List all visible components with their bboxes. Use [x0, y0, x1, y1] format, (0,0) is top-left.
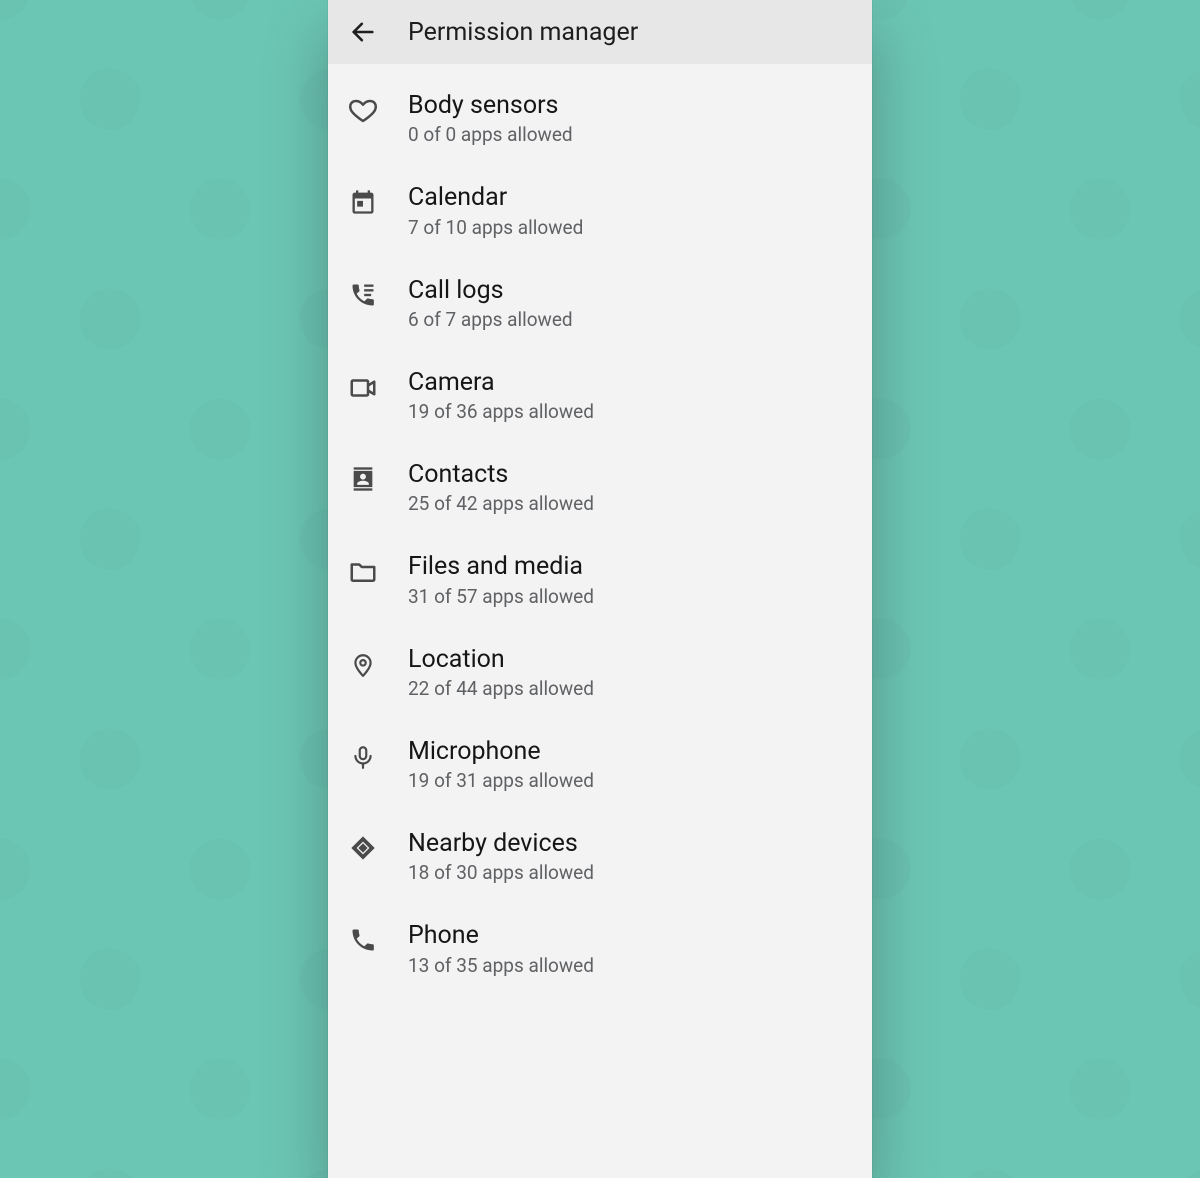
permission-row-heart[interactable]: Body sensors0 of 0 apps allowed — [328, 72, 872, 164]
permission-text: Phone 13 of 35 apps allowed — [408, 920, 854, 976]
permission-title: Phone — [408, 920, 854, 951]
back-button[interactable] — [346, 15, 380, 49]
permission-subtitle: 13 of 35 apps allowed — [408, 954, 854, 977]
permission-title: Location — [408, 644, 854, 675]
permission-title: Call logs — [408, 275, 854, 306]
calllogs-icon — [346, 281, 380, 309]
permission-subtitle: 18 of 30 apps allowed — [408, 861, 854, 884]
folder-icon — [346, 557, 380, 587]
permission-text: Nearby devices18 of 30 apps allowed — [408, 828, 854, 884]
page-title: Permission manager — [408, 18, 638, 47]
permission-subtitle: 0 of 0 apps allowed — [408, 123, 854, 146]
permission-text: Location22 of 44 apps allowed — [408, 644, 854, 700]
permission-row-calllogs[interactable]: Call logs6 of 7 apps allowed — [328, 257, 872, 349]
permission-title: Files and media — [408, 551, 854, 582]
permission-subtitle: 7 of 10 apps allowed — [408, 216, 854, 239]
permission-subtitle: 6 of 7 apps allowed — [408, 308, 854, 331]
permission-text: Microphone19 of 31 apps allowed — [408, 736, 854, 792]
permission-row-calendar[interactable]: Calendar 7 of 10 apps allowed — [328, 164, 872, 256]
permission-text: Body sensors0 of 0 apps allowed — [408, 90, 854, 146]
permission-row-contacts[interactable]: Contacts25 of 42 apps allowed — [328, 441, 872, 533]
permission-row-nearby[interactable]: Nearby devices18 of 30 apps allowed — [328, 810, 872, 902]
permission-subtitle: 22 of 44 apps allowed — [408, 677, 854, 700]
camera-icon — [346, 373, 380, 403]
location-icon — [346, 650, 380, 680]
permission-subtitle: 19 of 31 apps allowed — [408, 769, 854, 792]
permission-row-location[interactable]: Location22 of 44 apps allowed — [328, 626, 872, 718]
permission-title: Camera — [408, 367, 854, 398]
arrow-back-icon — [349, 18, 377, 46]
permission-title: Microphone — [408, 736, 854, 767]
heart-icon — [346, 96, 380, 126]
mic-icon — [346, 742, 380, 772]
phone-frame: Permission manager Body sensors0 of 0 ap… — [328, 0, 872, 1178]
permission-subtitle: 31 of 57 apps allowed — [408, 585, 854, 608]
permission-text: Call logs6 of 7 apps allowed — [408, 275, 854, 331]
permission-title: Body sensors — [408, 90, 854, 121]
permission-row-phone[interactable]: Phone 13 of 35 apps allowed — [328, 902, 872, 994]
permission-title: Contacts — [408, 459, 854, 490]
permission-subtitle: 25 of 42 apps allowed — [408, 492, 854, 515]
permission-text: Calendar 7 of 10 apps allowed — [408, 182, 854, 238]
permission-list: Body sensors0 of 0 apps allowed Calendar… — [328, 64, 872, 1178]
contacts-icon — [346, 465, 380, 493]
permission-row-camera[interactable]: Camera19 of 36 apps allowed — [328, 349, 872, 441]
permission-text: Camera19 of 36 apps allowed — [408, 367, 854, 423]
permission-text: Contacts25 of 42 apps allowed — [408, 459, 854, 515]
phone-icon — [346, 926, 380, 954]
permission-text: Files and media 31 of 57 apps allowed — [408, 551, 854, 607]
permission-subtitle: 19 of 36 apps allowed — [408, 400, 854, 423]
permission-row-folder[interactable]: Files and media 31 of 57 apps allowed — [328, 533, 872, 625]
permission-row-mic[interactable]: Microphone19 of 31 apps allowed — [328, 718, 872, 810]
calendar-icon — [346, 188, 380, 216]
permission-title: Nearby devices — [408, 828, 854, 859]
nearby-icon — [346, 834, 380, 862]
app-bar: Permission manager — [328, 0, 872, 64]
permission-title: Calendar — [408, 182, 854, 213]
